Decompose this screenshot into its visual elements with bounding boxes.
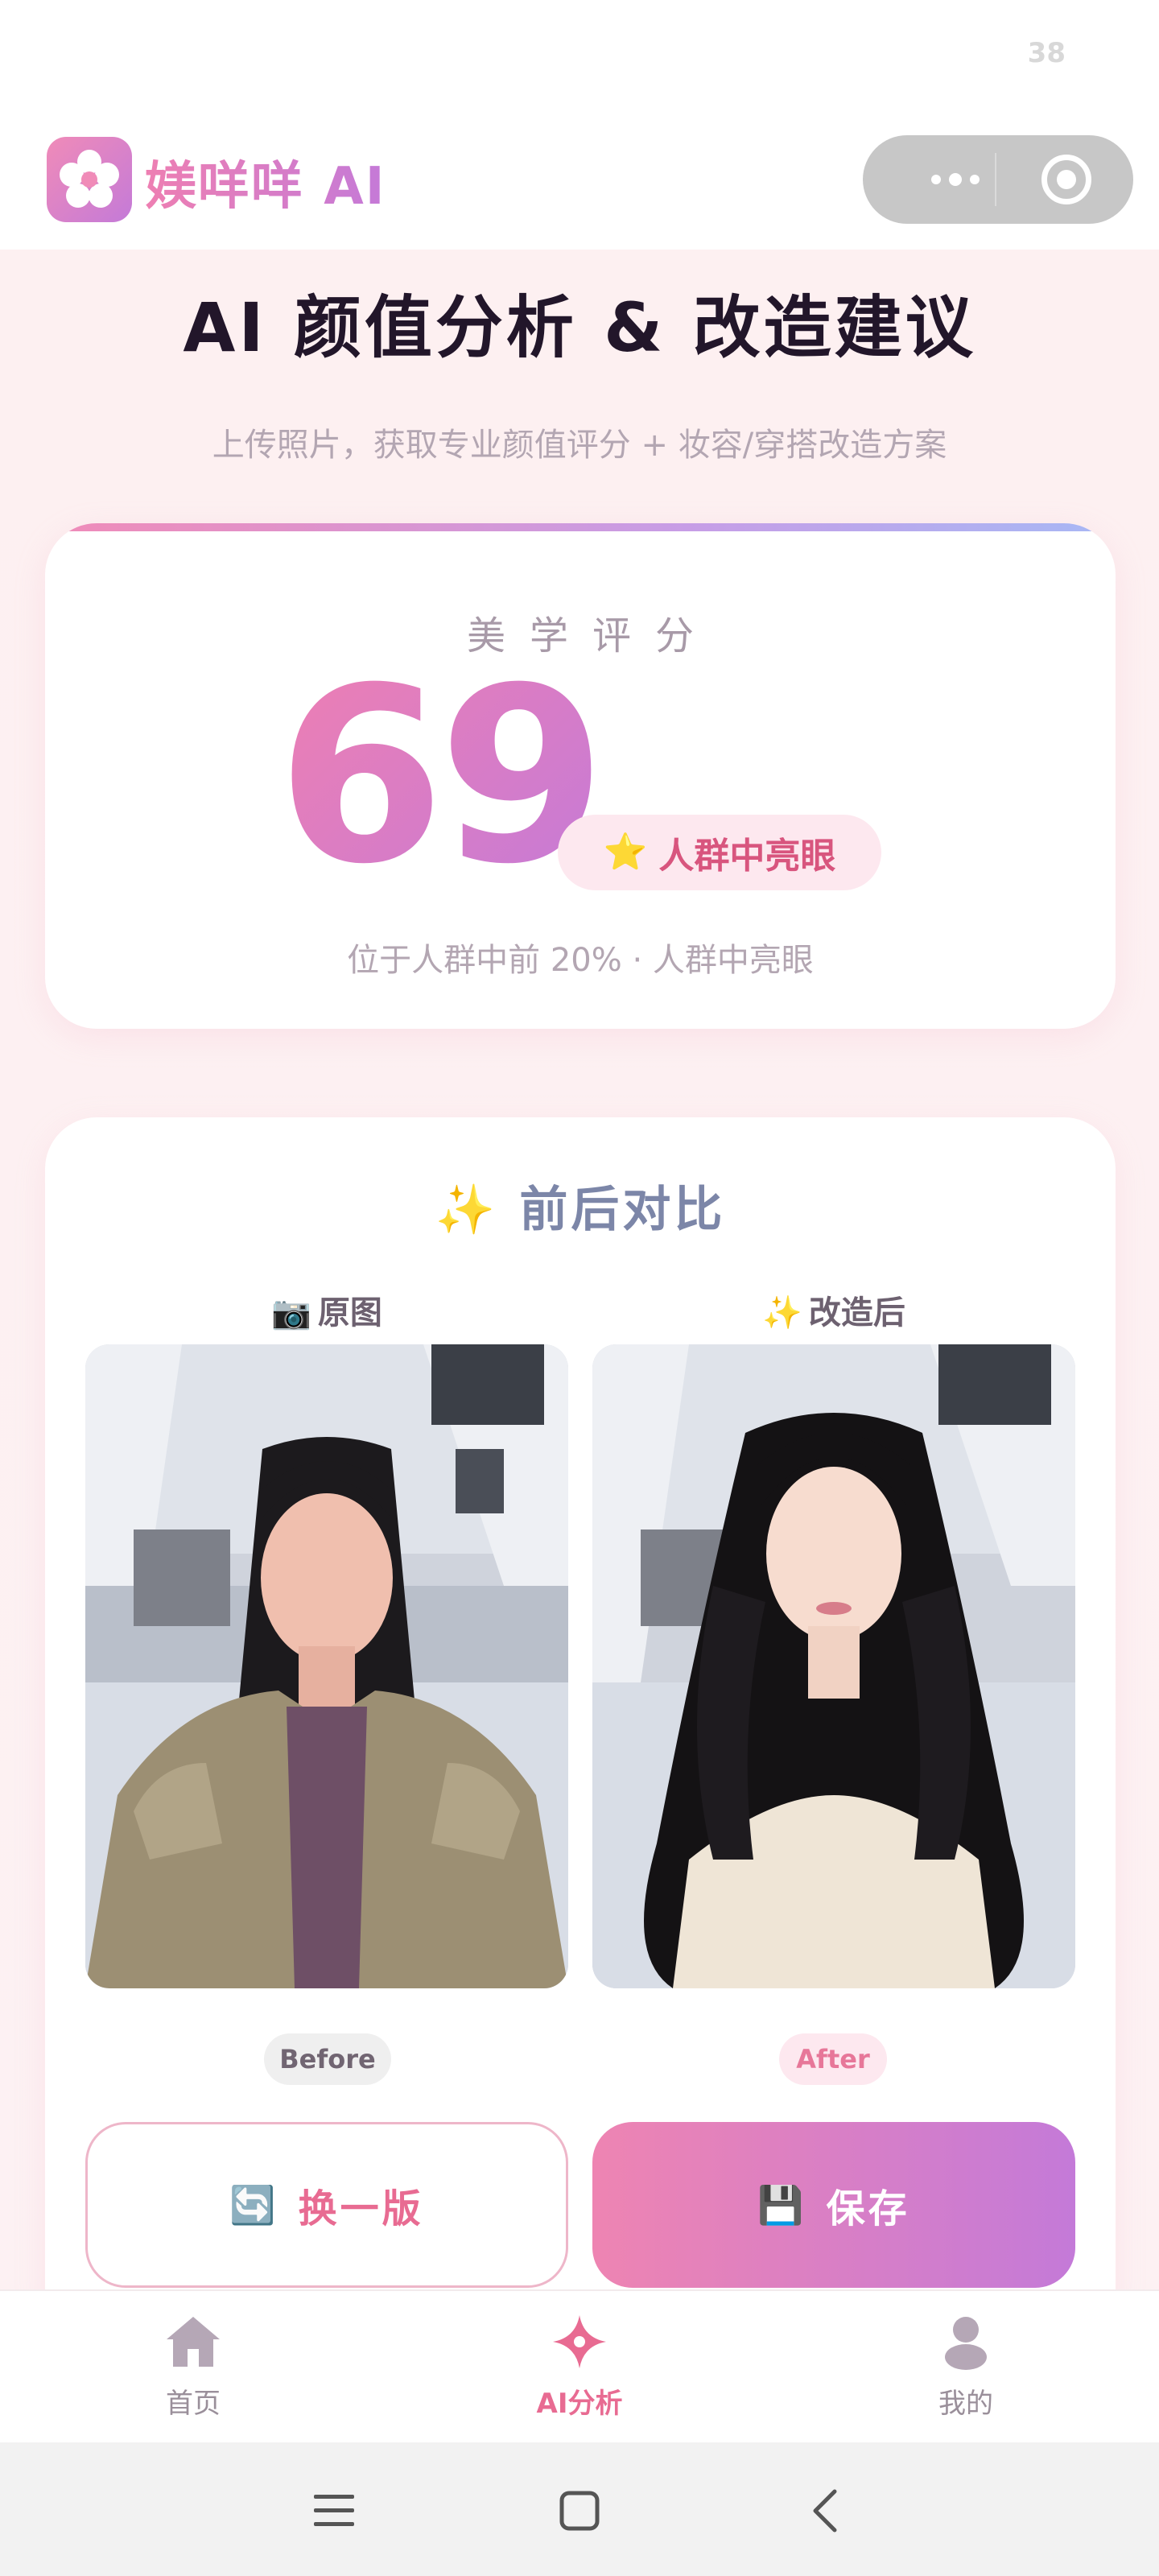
user-icon	[945, 2317, 987, 2370]
app-name: 媄咩咩 AI	[145, 145, 386, 219]
save-button-label: 保存	[826, 2186, 910, 2231]
sparkle-icon: ✨	[762, 1294, 802, 1331]
original-label: 📷 原图	[85, 1286, 568, 1333]
star-icon: ⭐	[603, 832, 648, 873]
score-rank-text: 位于人群中前 20% · 人群中亮眼	[347, 942, 814, 979]
original-label-text: 原图	[317, 1294, 382, 1331]
home-icon	[167, 2317, 220, 2367]
square-home-icon[interactable]	[543, 2475, 616, 2547]
compare-title: ✨ 前后对比	[45, 1170, 1116, 1241]
more-dots-icon[interactable]	[903, 155, 1008, 204]
target-circle-icon[interactable]	[1041, 155, 1091, 204]
score-badge: ⭐ 人群中亮眼	[558, 815, 881, 890]
tab-mine-label: 我的	[938, 2388, 993, 2420]
floppy-disk-icon: 💾	[757, 2182, 807, 2227]
mini-program-capsule	[863, 135, 1133, 224]
before-tag: Before	[264, 2033, 391, 2085]
system-navigation-bar	[0, 2442, 1159, 2576]
before-photo[interactable]	[85, 1344, 568, 1988]
after-label-text: 改造后	[808, 1294, 905, 1331]
tab-home[interactable]: 首页	[72, 2291, 314, 2444]
back-chevron-icon[interactable]	[789, 2475, 861, 2547]
score-card: 美学评分 69 ⭐ 人群中亮眼 位于人群中前 20% · 人群中亮眼	[45, 523, 1116, 1029]
after-tag: After	[779, 2033, 887, 2085]
status-bar: 38	[0, 0, 1159, 113]
tab-mine[interactable]: 我的	[845, 2291, 1087, 2444]
capsule-divider	[995, 153, 996, 206]
bottom-tab-bar: 首页 AI分析 我的	[0, 2289, 1159, 2442]
card-accent-bar	[45, 523, 1116, 531]
tab-home-label: 首页	[166, 2388, 221, 2420]
compare-title-text: 前后对比	[519, 1182, 726, 1238]
header: 媄咩咩 AI	[0, 113, 1159, 250]
page-title: AI 颜值分析 & 改造建议	[183, 288, 976, 367]
flower-icon	[47, 137, 132, 222]
app-screen: 38 媄咩咩 AI AI 颜值分析 & 改造建议 上传照片，获取专业颜值评分 +…	[0, 0, 1159, 2576]
battery-level: 38	[1027, 37, 1066, 69]
sparkle-icon: ✨	[435, 1182, 499, 1238]
after-photo[interactable]	[592, 1344, 1075, 1988]
tab-ai-label: AI分析	[536, 2388, 623, 2420]
main-content[interactable]: AI 颜值分析 & 改造建议 上传照片，获取专业颜值评分 + 妆容/穿搭改造方案…	[0, 250, 1159, 2289]
save-button[interactable]: 💾 保存	[592, 2122, 1075, 2288]
page-subtitle: 上传照片，获取专业颜值评分 + 妆容/穿搭改造方案	[212, 427, 947, 464]
badge-text: 人群中亮眼	[658, 836, 836, 877]
sparkle-star-icon	[553, 2315, 606, 2368]
compare-card: ✨ 前后对比 📷 原图 ✨ 改造后 Before After 🔄 换一版 💾 保…	[45, 1117, 1116, 2289]
swap-version-button[interactable]: 🔄 换一版	[85, 2122, 568, 2288]
menu-lines-icon[interactable]	[298, 2475, 370, 2547]
camera-icon: 📷	[271, 1294, 311, 1331]
refresh-icon: 🔄	[229, 2182, 279, 2227]
swap-button-label: 换一版	[298, 2186, 424, 2231]
after-label: ✨ 改造后	[592, 1286, 1075, 1333]
tab-ai-analysis[interactable]: AI分析	[459, 2291, 700, 2444]
